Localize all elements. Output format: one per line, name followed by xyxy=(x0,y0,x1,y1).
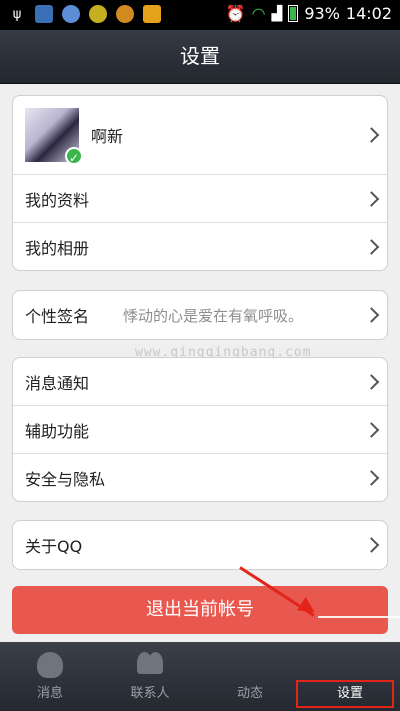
annotation-underline xyxy=(318,616,400,618)
tab-label: 消息 xyxy=(36,686,63,701)
tab-label: 联系人 xyxy=(130,686,170,701)
usb-icon: ψ xyxy=(12,6,22,22)
chevron-right-icon xyxy=(363,537,380,553)
app-icon-1 xyxy=(35,5,53,23)
profile-row[interactable]: ✓ 啊新 xyxy=(13,96,387,175)
chevron-right-icon xyxy=(363,307,380,323)
settings-group: 消息通知 辅助功能 安全与隐私 xyxy=(12,357,388,502)
app-icon-4 xyxy=(116,5,134,23)
app-icon-2 xyxy=(62,5,80,23)
profile-name: 啊新 xyxy=(91,127,124,146)
chevron-right-icon xyxy=(363,238,380,255)
page-title: 设置 xyxy=(0,30,400,84)
my-album-row[interactable]: 我的相册 xyxy=(13,223,387,270)
about-group: 关于QQ xyxy=(12,520,388,570)
about-qq-label: 关于QQ xyxy=(25,537,83,556)
signature-group: 个性签名 悸动的心是爱在有氧呼吸。 xyxy=(12,290,388,340)
my-album-label: 我的相册 xyxy=(25,238,90,258)
tab-label: 动态 xyxy=(236,686,263,701)
avatar: ✓ xyxy=(25,108,83,165)
chevron-right-icon xyxy=(363,190,380,207)
alarm-icon: ⏰ xyxy=(225,4,246,23)
chevron-right-icon xyxy=(363,373,380,390)
contacts-icon xyxy=(137,652,163,678)
chevron-right-icon xyxy=(363,421,380,438)
app-icon-5 xyxy=(143,5,161,23)
signature-label: 个性签名 xyxy=(25,307,90,326)
accessibility-label: 辅助功能 xyxy=(25,421,90,441)
tab-feed[interactable]: 动态 xyxy=(200,642,300,711)
qq-penguin-icon xyxy=(37,652,63,678)
notifications-label: 消息通知 xyxy=(25,373,90,393)
verified-check-icon: ✓ xyxy=(65,147,83,165)
signal-icon: ▟ xyxy=(271,5,283,22)
feed-icon xyxy=(237,652,263,678)
accessibility-row[interactable]: 辅助功能 xyxy=(13,406,387,454)
system-status: ⏰ ◠ ▟ 93% 14:02 xyxy=(226,4,392,23)
security-privacy-row[interactable]: 安全与隐私 xyxy=(13,454,387,501)
logout-button[interactable]: 退出当前帐号 xyxy=(12,586,388,634)
signature-value: 悸动的心是爱在有氧呼吸。 xyxy=(123,306,304,325)
security-privacy-label: 安全与隐私 xyxy=(25,469,106,489)
battery-level: 93% xyxy=(304,4,340,23)
notifications-row[interactable]: 消息通知 xyxy=(13,358,387,406)
tab-messages[interactable]: 消息 xyxy=(0,642,100,711)
about-qq-row[interactable]: 关于QQ xyxy=(13,521,387,569)
chevron-right-icon xyxy=(363,127,380,143)
clock: 14:02 xyxy=(345,4,392,23)
app-icon-3 xyxy=(89,5,107,23)
chevron-right-icon xyxy=(363,469,380,486)
my-profile-label: 我的资料 xyxy=(25,190,90,210)
wifi-icon: ◠ xyxy=(251,4,266,23)
account-group: ✓ 啊新 我的资料 我的相册 xyxy=(12,95,388,271)
notification-icons: ψ xyxy=(8,5,161,23)
status-bar: ψ ⏰ ◠ ▟ 93% 14:02 xyxy=(0,0,400,30)
tab-contacts[interactable]: 联系人 xyxy=(100,642,200,711)
battery-icon xyxy=(288,5,299,22)
annotation-highlight-box xyxy=(296,680,394,708)
signature-row[interactable]: 个性签名 悸动的心是爱在有氧呼吸。 xyxy=(13,291,387,339)
my-profile-row[interactable]: 我的资料 xyxy=(13,175,387,223)
